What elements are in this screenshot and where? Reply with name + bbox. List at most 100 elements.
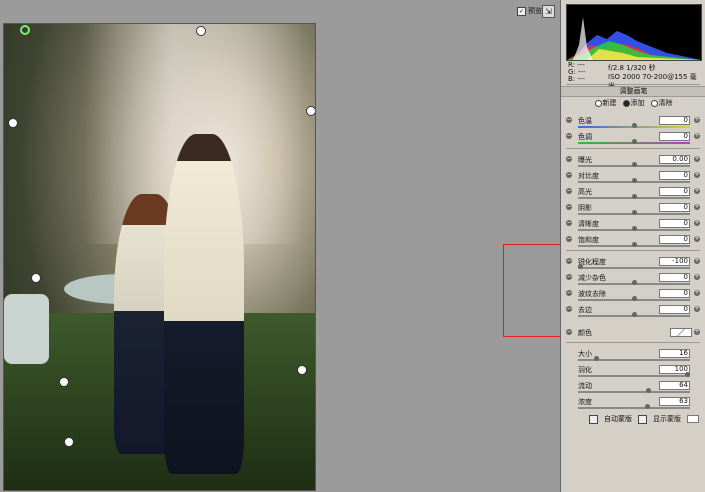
slider-row[interactable]: − + 曝光 0.00: [566, 155, 700, 171]
slider-track[interactable]: [578, 391, 690, 393]
minus-icon[interactable]: −: [566, 188, 572, 194]
preview-checkbox[interactable]: ✓: [517, 6, 526, 16]
plus-icon[interactable]: +: [694, 220, 700, 226]
minus-icon[interactable]: −: [566, 117, 572, 123]
slider-row[interactable]: − + 锐化程度 -100: [566, 257, 700, 273]
auto-mask-checkbox[interactable]: [589, 414, 598, 424]
slider-value[interactable]: 0: [659, 235, 690, 244]
slider-track[interactable]: [578, 407, 690, 409]
photo-preview[interactable]: [3, 23, 316, 491]
slider-thumb[interactable]: [631, 178, 637, 183]
slider-thumb[interactable]: [631, 194, 637, 199]
slider-row[interactable]: 流动 64: [566, 381, 700, 397]
plus-icon[interactable]: +: [694, 236, 700, 242]
slider-thumb[interactable]: [631, 312, 637, 317]
plus-icon[interactable]: +: [694, 306, 700, 312]
slider-thumb[interactable]: [631, 162, 637, 167]
show-mask-checkbox[interactable]: [638, 414, 647, 424]
slider-label: 阴影: [578, 204, 592, 212]
slider-value[interactable]: 0: [659, 219, 690, 228]
minus-icon[interactable]: −: [566, 306, 572, 312]
preview-toggle[interactable]: ✓ 预览: [517, 6, 542, 16]
slider-thumb[interactable]: [631, 139, 637, 144]
minus-icon[interactable]: −: [566, 204, 572, 210]
brush-pin[interactable]: [64, 437, 74, 447]
slider-row[interactable]: − + 阴影 0: [566, 203, 700, 219]
brush-pin[interactable]: [196, 26, 206, 36]
slider-value[interactable]: 0: [659, 116, 690, 125]
slider-value[interactable]: 0: [659, 132, 690, 141]
slider-thumb[interactable]: [631, 226, 637, 231]
minus-icon[interactable]: −: [566, 236, 572, 242]
brush-pin[interactable]: [297, 365, 307, 375]
radio-dot-icon[interactable]: [594, 99, 602, 107]
plus-icon[interactable]: +: [694, 172, 700, 178]
slider-row[interactable]: − + 色温 0: [566, 116, 700, 132]
mode-label: 新建: [602, 99, 617, 107]
minus-icon[interactable]: −: [566, 133, 572, 139]
plus-icon[interactable]: +: [694, 156, 700, 162]
slider-thumb[interactable]: [631, 242, 637, 247]
slider-value[interactable]: -100: [659, 257, 690, 266]
brush-pin[interactable]: [31, 273, 41, 283]
slider-thumb[interactable]: [631, 296, 637, 301]
plus-icon[interactable]: +: [694, 188, 700, 194]
slider-row[interactable]: 羽化 100: [566, 365, 700, 381]
fullscreen-icon[interactable]: ⇲: [542, 5, 555, 18]
slider-value[interactable]: 63: [659, 397, 690, 406]
slider-row[interactable]: − + 饱和度 0: [566, 235, 700, 251]
plus-icon[interactable]: +: [694, 290, 700, 296]
slider-value[interactable]: 0: [659, 171, 690, 180]
color-swatch-icon[interactable]: [670, 328, 692, 337]
minus-icon[interactable]: −: [566, 329, 572, 335]
slider-track[interactable]: [578, 375, 690, 377]
plus-icon[interactable]: +: [694, 133, 700, 139]
slider-row[interactable]: − + 清晰度 0: [566, 219, 700, 235]
slider-value[interactable]: 0: [659, 305, 690, 314]
slider-row[interactable]: 浓度 63: [566, 397, 700, 413]
slider-value[interactable]: 0: [659, 187, 690, 196]
plus-icon[interactable]: +: [694, 274, 700, 280]
slider-row[interactable]: 大小 16: [566, 349, 700, 365]
plus-icon[interactable]: +: [694, 204, 700, 210]
slider-row[interactable]: − + 对比度 0: [566, 171, 700, 187]
mask-color-swatch[interactable]: [687, 415, 699, 423]
slider-row[interactable]: − + 波纹去除 0: [566, 289, 700, 305]
slider-value[interactable]: 64: [659, 381, 690, 390]
mode-radio[interactable]: 新建: [594, 98, 617, 108]
minus-icon[interactable]: −: [566, 258, 572, 264]
slider-value[interactable]: 0: [659, 289, 690, 298]
slider-thumb[interactable]: [631, 123, 637, 128]
slider-value[interactable]: 16: [659, 349, 690, 358]
slider-thumb[interactable]: [631, 280, 637, 285]
plus-icon[interactable]: +: [694, 258, 700, 264]
minus-icon[interactable]: −: [566, 274, 572, 280]
plus-icon[interactable]: +: [694, 329, 700, 335]
brush-pin[interactable]: [59, 377, 69, 387]
mode-radio[interactable]: 添加: [622, 98, 645, 108]
minus-icon[interactable]: −: [566, 220, 572, 226]
slider-row[interactable]: − + 高光 0: [566, 187, 700, 203]
minus-icon[interactable]: −: [566, 156, 572, 162]
brush-pin-active[interactable]: [20, 25, 30, 35]
brush-pin[interactable]: [306, 106, 315, 116]
slider-row[interactable]: − + 去边 0: [566, 305, 700, 321]
plus-icon[interactable]: +: [694, 117, 700, 123]
radio-dot-icon[interactable]: [650, 99, 658, 107]
color-row[interactable]: − 颜色 +: [566, 328, 700, 338]
slider-row[interactable]: − + 色调 0: [566, 132, 700, 148]
slider-thumb[interactable]: [685, 372, 690, 377]
slider-value[interactable]: 0: [659, 203, 690, 212]
slider-value[interactable]: 0.00: [659, 155, 690, 164]
minus-icon[interactable]: −: [566, 172, 572, 178]
slider-row[interactable]: − + 减少杂色 0: [566, 273, 700, 289]
slider-value[interactable]: 0: [659, 273, 690, 282]
mode-radio[interactable]: 清除: [650, 98, 673, 108]
slider-track[interactable]: [578, 267, 690, 269]
minus-icon[interactable]: −: [566, 290, 572, 296]
brush-pin[interactable]: [8, 118, 18, 128]
image-canvas[interactable]: ✓ 预览 ⇲: [0, 0, 560, 492]
radio-dot-icon[interactable]: [622, 99, 630, 107]
slider-thumb[interactable]: [631, 210, 637, 215]
slider-thumb[interactable]: [578, 264, 583, 269]
